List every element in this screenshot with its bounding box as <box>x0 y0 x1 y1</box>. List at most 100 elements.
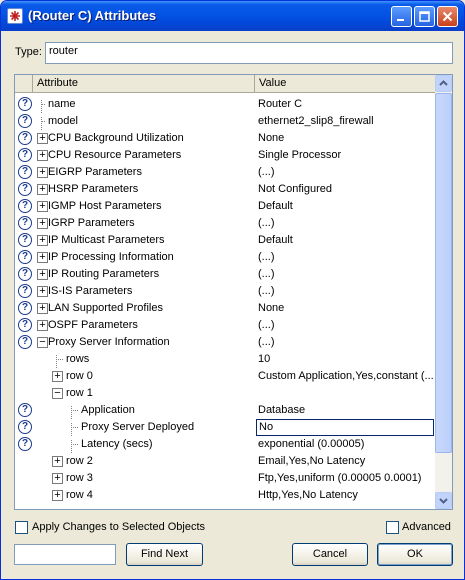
table-row[interactable]: ? + IS-IS Parameters (...) <box>15 283 435 300</box>
expand-icon[interactable]: + <box>37 320 48 331</box>
attribute-value[interactable]: (...) <box>258 166 434 178</box>
help-icon[interactable]: ? <box>18 437 32 451</box>
attribute-value[interactable]: Default <box>258 234 434 246</box>
help-icon[interactable]: ? <box>18 301 32 315</box>
table-row[interactable]: ? + LAN Supported Profiles None <box>15 300 435 317</box>
attribute-value[interactable]: ethernet2_slip8_firewall <box>258 115 434 127</box>
attribute-value[interactable]: Router C <box>258 98 434 110</box>
table-row[interactable]: ? + OSPF Parameters (...) <box>15 317 435 334</box>
attribute-value[interactable]: Single Processor <box>258 149 434 161</box>
help-icon[interactable]: ? <box>18 114 32 128</box>
expand-icon[interactable]: + <box>37 218 48 229</box>
header-value[interactable]: Value <box>255 75 435 93</box>
table-row[interactable]: + row 2 Email,Yes,No Latency <box>15 453 435 470</box>
expand-icon[interactable]: + <box>52 456 63 467</box>
table-row[interactable]: ? + CPU Resource Parameters Single Processo… <box>15 147 435 164</box>
header-attribute[interactable]: Attribute <box>33 75 255 93</box>
table-row[interactable]: + row 0 Custom Application,Yes,constant (.… <box>15 368 435 385</box>
help-icon[interactable]: ? <box>18 318 32 332</box>
attribute-value-editor[interactable]: No <box>256 419 434 436</box>
expand-icon[interactable]: + <box>37 133 48 144</box>
expand-icon[interactable]: + <box>52 490 63 501</box>
attribute-value[interactable]: Database <box>258 404 434 416</box>
help-icon[interactable]: ? <box>18 199 32 213</box>
attribute-value[interactable]: None <box>258 132 434 144</box>
table-row[interactable]: ? + CPU Background Utilization None <box>15 130 435 147</box>
minimize-button[interactable] <box>391 6 412 27</box>
help-icon[interactable]: ? <box>18 148 32 162</box>
table-row[interactable]: ? + IGMP Host Parameters Default <box>15 198 435 215</box>
table-row[interactable]: ? Proxy Server Deployed No <box>15 419 435 436</box>
table-row[interactable]: ? + HSRP Parameters Not Configured <box>15 181 435 198</box>
expand-icon[interactable]: + <box>37 252 48 263</box>
attribute-value[interactable]: exponential (0.00005) <box>258 438 434 450</box>
attribute-value[interactable]: (...) <box>258 285 434 297</box>
help-icon[interactable]: ? <box>18 403 32 417</box>
expand-icon[interactable]: + <box>37 269 48 280</box>
help-icon[interactable]: ? <box>18 216 32 230</box>
cancel-button[interactable]: Cancel <box>292 543 368 566</box>
collapse-icon[interactable]: − <box>37 337 48 348</box>
apply-changes-label[interactable]: Apply Changes to Selected Objects <box>32 521 205 533</box>
attribute-value[interactable]: (...) <box>258 336 434 348</box>
table-row[interactable]: ? name Router C <box>15 96 435 113</box>
table-row[interactable]: rows 10 <box>15 351 435 368</box>
expand-icon[interactable]: + <box>37 167 48 178</box>
table-row[interactable]: ? + IP Routing Parameters (...) <box>15 266 435 283</box>
attribute-value[interactable]: Not Configured <box>258 183 434 195</box>
table-row[interactable]: ? + IP Processing Information (...) <box>15 249 435 266</box>
maximize-button[interactable] <box>414 6 435 27</box>
vertical-scrollbar[interactable] <box>435 75 452 509</box>
table-row[interactable]: ? model ethernet2_slip8_firewall <box>15 113 435 130</box>
expand-icon[interactable]: + <box>52 473 63 484</box>
attribute-value[interactable]: Custom Application,Yes,constant (... <box>258 370 434 382</box>
close-button[interactable] <box>437 6 458 27</box>
attribute-value[interactable]: (...) <box>258 217 434 229</box>
table-row[interactable]: + row 3 Ftp,Yes,uniform (0.00005 0.0001) <box>15 470 435 487</box>
attribute-value[interactable]: None <box>258 302 434 314</box>
expand-icon[interactable]: + <box>37 184 48 195</box>
advanced-checkbox[interactable] <box>386 521 399 534</box>
help-icon[interactable]: ? <box>18 182 32 196</box>
table-row[interactable]: ? + IP Multicast Parameters Default <box>15 232 435 249</box>
attribute-value[interactable]: (...) <box>258 251 434 263</box>
expand-icon[interactable]: + <box>52 371 63 382</box>
table-row[interactable]: ? Latency (secs) exponential (0.00005) <box>15 436 435 453</box>
table-row[interactable]: + row 4 Http,Yes,No Latency <box>15 487 435 504</box>
attribute-value[interactable]: Http,Yes,No Latency <box>258 489 434 501</box>
expand-icon[interactable]: + <box>37 150 48 161</box>
help-icon[interactable]: ? <box>18 420 32 434</box>
table-row[interactable]: ? + EIGRP Parameters (...) <box>15 164 435 181</box>
ok-button[interactable]: OK <box>377 543 453 566</box>
expand-icon[interactable]: + <box>37 286 48 297</box>
type-field[interactable]: router <box>45 42 453 64</box>
attribute-value[interactable]: Ftp,Yes,uniform (0.00005 0.0001) <box>258 472 434 484</box>
help-icon[interactable]: ? <box>18 250 32 264</box>
attribute-value[interactable]: Email,Yes,No Latency <box>258 455 434 467</box>
apply-changes-checkbox[interactable] <box>15 521 28 534</box>
table-row[interactable]: ? − Proxy Server Information (...) <box>15 334 435 351</box>
expand-icon[interactable]: + <box>37 201 48 212</box>
help-icon[interactable]: ? <box>18 335 32 349</box>
help-icon[interactable]: ? <box>18 97 32 111</box>
find-next-button[interactable]: Find Next <box>126 543 203 566</box>
table-row[interactable]: ? Application Database <box>15 402 435 419</box>
advanced-label[interactable]: Advanced <box>402 521 451 533</box>
help-icon[interactable]: ? <box>18 233 32 247</box>
help-icon[interactable]: ? <box>18 131 32 145</box>
attribute-value[interactable]: Default <box>258 200 434 212</box>
help-icon[interactable]: ? <box>18 284 32 298</box>
scroll-down-button[interactable] <box>435 492 452 509</box>
scroll-thumb[interactable] <box>435 93 452 453</box>
table-row[interactable]: − row 1 <box>15 385 435 402</box>
collapse-icon[interactable]: − <box>52 388 63 399</box>
expand-icon[interactable]: + <box>37 235 48 246</box>
title-bar[interactable]: (Router C) Attributes <box>1 1 464 31</box>
table-row[interactable]: ? + IGRP Parameters (...) <box>15 215 435 232</box>
attribute-value[interactable]: 10 <box>258 353 434 365</box>
attribute-value[interactable]: (...) <box>258 268 434 280</box>
find-input[interactable] <box>14 544 116 565</box>
attribute-value[interactable]: (...) <box>258 319 434 331</box>
expand-icon[interactable]: + <box>37 303 48 314</box>
help-icon[interactable]: ? <box>18 165 32 179</box>
